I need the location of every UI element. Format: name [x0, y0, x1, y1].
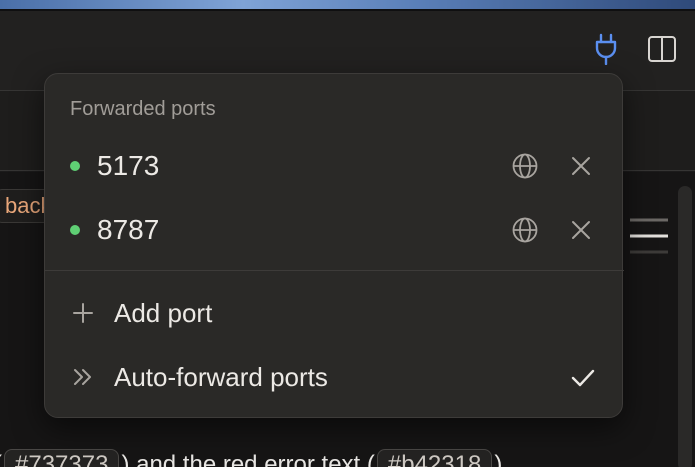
auto-forward-ports-toggle[interactable]: Auto-forward ports: [45, 348, 624, 406]
text-fragment: ) and the red error text (: [121, 451, 375, 467]
check-icon: [571, 369, 595, 387]
double-chevron-right-icon: [74, 369, 91, 385]
close-icon[interactable]: [569, 218, 593, 242]
close-icon[interactable]: [569, 154, 593, 178]
auto-forward-label: Auto-forward ports: [114, 362, 328, 392]
port-status-dot: [70, 161, 80, 171]
port-label: 5173: [97, 150, 160, 181]
popup-title: Forwarded ports: [70, 98, 216, 120]
port-status-dot: [70, 225, 80, 235]
port-row[interactable]: 5173: [45, 136, 624, 196]
color-code-chip: #b42318: [376, 449, 493, 467]
add-port-button[interactable]: Add port: [45, 284, 624, 342]
editor-scrollbar[interactable]: [678, 186, 692, 467]
forwarded-ports-popup: Forwarded ports 5173 8787 Add port Auto-…: [44, 73, 624, 418]
port-forwarding-button[interactable]: [590, 33, 622, 65]
text-fragment: ): [494, 451, 503, 467]
port-label: 8787: [97, 214, 160, 245]
panel-layout-icon: [648, 36, 676, 62]
editor-text-line: (#737373) and the red error text (#b4231…: [0, 449, 502, 467]
globe-icon[interactable]: [511, 216, 539, 244]
color-code-chip: #737373: [4, 449, 120, 467]
globe-icon[interactable]: [511, 152, 539, 180]
minimap-lines-icon[interactable]: [628, 218, 670, 258]
menu-divider: [45, 270, 624, 271]
plug-icon: [595, 33, 617, 65]
add-port-label: Add port: [114, 298, 213, 328]
port-row[interactable]: 8787: [45, 200, 624, 260]
plus-icon: [73, 303, 93, 323]
text-fragment: (: [0, 451, 2, 467]
toggle-panel-button[interactable]: [646, 33, 678, 65]
desktop-background-strip: [0, 0, 695, 11]
